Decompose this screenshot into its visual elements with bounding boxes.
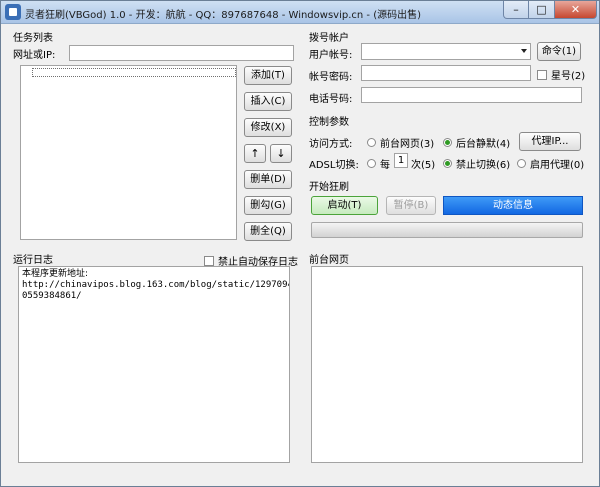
star-checkbox-box[interactable] xyxy=(537,69,547,80)
adsl-every-radio-dot[interactable] xyxy=(367,159,376,168)
user-account-combo[interactable] xyxy=(361,43,531,60)
user-account-label: 用户帐号: xyxy=(309,50,353,61)
task-list-panel: 任务列表 网址或IP: 添加(T) 插入(C) 修改(X) ↑ ↓ 删单(D) … xyxy=(11,27,298,245)
start-title: 开始狂刷 xyxy=(309,182,349,193)
window-controls: – □ ✕ xyxy=(503,1,597,19)
app-icon xyxy=(5,4,21,20)
visit-front-radio-dot[interactable] xyxy=(367,138,376,147)
visit-background-radio-dot[interactable] xyxy=(443,138,452,147)
dial-account-title: 拨号帐户 xyxy=(309,33,349,44)
star-checkbox[interactable]: 星号(2) xyxy=(537,67,585,82)
url-label: 网址或IP: xyxy=(13,50,56,61)
adsl-proxy-radio[interactable]: 启用代理(0) xyxy=(517,156,584,171)
start-panel: 开始狂刷 启动(T) 暂停(B) 动态信息 xyxy=(304,176,592,246)
list-focus-row xyxy=(32,68,236,77)
move-down-button[interactable]: ↓ xyxy=(270,144,292,163)
adsl-disable-radio[interactable]: 禁止切换(6) xyxy=(443,156,510,171)
visit-background-radio[interactable]: 后台静默(4) xyxy=(443,135,510,150)
adsl-every-label: 每 xyxy=(380,160,390,171)
account-password-input[interactable] xyxy=(361,65,531,81)
adsl-disable-radio-dot[interactable] xyxy=(443,159,452,168)
insert-button[interactable]: 插入(C) xyxy=(244,92,292,111)
phone-number-input[interactable] xyxy=(361,87,582,103)
star-checkbox-label: 星号(2) xyxy=(551,71,586,82)
log-line: 本程序更新地址: xyxy=(22,269,89,279)
task-listbox[interactable] xyxy=(20,65,237,240)
edit-button[interactable]: 修改(X) xyxy=(244,118,292,137)
adsl-proxy-label: 启用代理(0) xyxy=(530,160,585,171)
close-icon[interactable]: ✕ xyxy=(555,1,597,19)
visit-front-radio[interactable]: 前台网页(3) xyxy=(367,135,434,150)
control-params-title: 控制参数 xyxy=(309,117,349,128)
adsl-proxy-radio-dot[interactable] xyxy=(517,159,526,168)
maximize-icon[interactable]: □ xyxy=(529,1,555,19)
phone-number-label: 电话号码: xyxy=(309,94,353,105)
url-input[interactable] xyxy=(69,45,294,61)
proxy-ip-button[interactable]: 代理IP... xyxy=(519,132,581,151)
visit-background-label: 后台静默(4) xyxy=(456,139,511,150)
delete-single-button[interactable]: 删单(D) xyxy=(244,170,292,189)
delete-checked-button[interactable]: 删勾(G) xyxy=(244,196,292,215)
pause-button[interactable]: 暂停(B) xyxy=(386,196,436,215)
chevron-down-icon[interactable] xyxy=(521,49,527,53)
front-page-panel: 前台网页 xyxy=(304,249,592,469)
start-progress-bar xyxy=(311,222,583,238)
disable-autosave-checkbox-box[interactable] xyxy=(204,255,214,266)
account-password-label: 帐号密码: xyxy=(309,72,353,83)
start-button[interactable]: 启动(T) xyxy=(311,196,378,215)
front-page-view[interactable] xyxy=(311,266,583,463)
log-panel: 运行日志 禁止自动保存日志 本程序更新地址: http://chinavipos… xyxy=(11,249,299,469)
log-line: 0559384861/ xyxy=(22,291,82,301)
title-bar[interactable]: 灵者狂刷(VBGod) 1.0 - 开发：航航 - QQ：897687648 -… xyxy=(1,1,599,24)
window-title: 灵者狂刷(VBGod) 1.0 - 开发：航航 - QQ：897687648 -… xyxy=(25,10,421,21)
command-button[interactable]: 命令(1) xyxy=(537,42,581,61)
front-page-title: 前台网页 xyxy=(309,255,349,266)
log-textarea[interactable]: 本程序更新地址: http://chinavipos.blog.163.com/… xyxy=(18,266,290,463)
minimize-icon[interactable]: – xyxy=(503,1,529,19)
adsl-switch-label: ADSL切换: xyxy=(309,160,359,171)
task-list-title: 任务列表 xyxy=(13,33,53,44)
adsl-disable-label: 禁止切换(6) xyxy=(456,160,511,171)
add-button[interactable]: 添加(T) xyxy=(244,66,292,85)
visit-mode-label: 访问方式: xyxy=(309,139,353,150)
visit-front-label: 前台网页(3) xyxy=(380,139,435,150)
dial-account-panel: 拨号帐户 用户帐号: 命令(1) 帐号密码: 星号(2) 电话号码: xyxy=(304,27,592,107)
dynamic-info-button[interactable]: 动态信息 xyxy=(443,196,583,215)
log-title: 运行日志 xyxy=(13,255,53,266)
log-line: http://chinavipos.blog.163.com/blog/stat… xyxy=(22,280,289,290)
adsl-count-input[interactable]: 1 xyxy=(394,153,408,168)
main-window: 灵者狂刷(VBGod) 1.0 - 开发：航航 - QQ：897687648 -… xyxy=(0,0,600,487)
move-up-button[interactable]: ↑ xyxy=(244,144,266,163)
adsl-every-radio[interactable]: 每 xyxy=(367,156,390,171)
control-params-panel: 控制参数 访问方式: 前台网页(3) 后台静默(4) 代理IP... ADSL切… xyxy=(304,111,592,173)
adsl-times-label: 次(5) xyxy=(411,160,436,171)
delete-all-button[interactable]: 删全(Q) xyxy=(244,222,292,241)
